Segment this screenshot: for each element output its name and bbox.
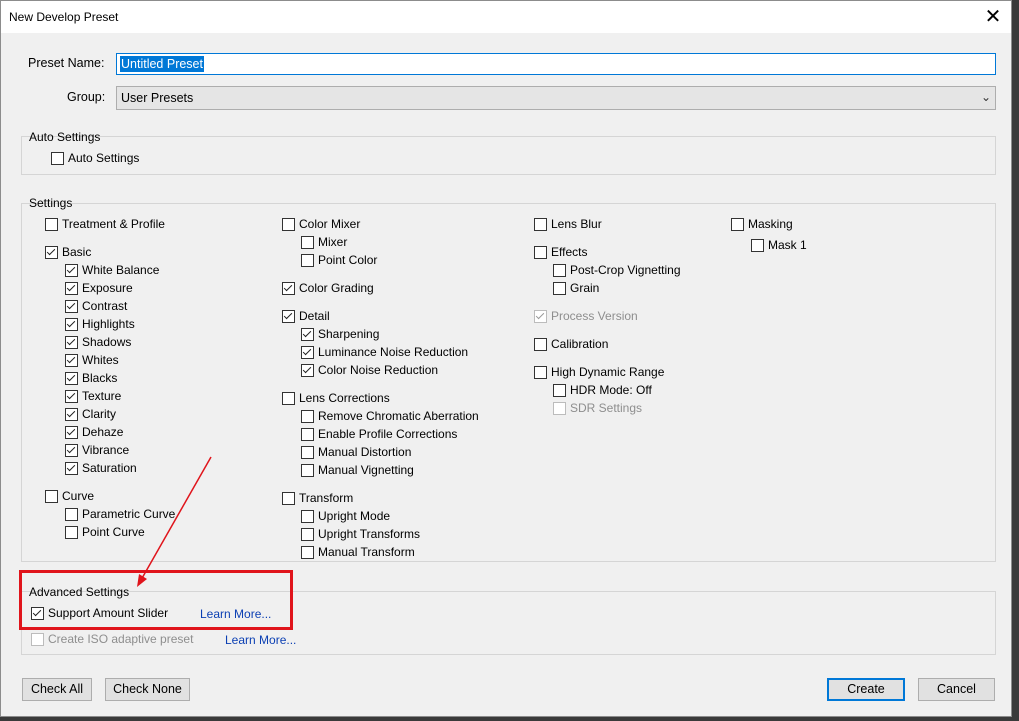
annotation-arrow — [137, 456, 212, 587]
